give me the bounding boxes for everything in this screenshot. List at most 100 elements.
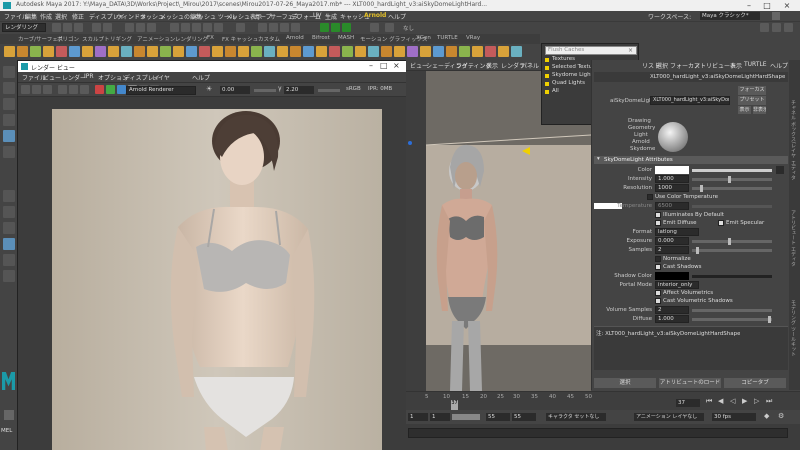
rv-menu-layer[interactable]: レイヤ [152, 73, 170, 82]
maximize-icon[interactable]: □ [760, 0, 774, 11]
shelf-tool-icon[interactable] [420, 46, 431, 57]
shelf-tab-custom[interactable]: カスタム [258, 35, 280, 43]
samples-slider-knob[interactable] [696, 247, 699, 254]
resolution-slider-knob[interactable] [700, 185, 703, 192]
colorspace-label[interactable]: sRGB [346, 86, 361, 92]
shelf-tool-icon[interactable] [134, 46, 145, 57]
shelf-tool-icon[interactable] [82, 46, 93, 57]
popup-close-icon[interactable]: × [628, 47, 633, 54]
lock-icon[interactable] [772, 12, 780, 20]
shelf-tool-icon[interactable] [43, 46, 54, 57]
attr-node-tab-label[interactable]: XLT000_hardLight_v3:aiSkyDomeLightHardSh… [650, 74, 785, 80]
render-settings-icon[interactable] [280, 23, 289, 32]
ipr-icon[interactable] [32, 85, 41, 94]
shelf-tool-icon[interactable] [277, 46, 288, 57]
save-scene-icon[interactable] [74, 23, 83, 32]
rv-menu-render[interactable]: レンダー [62, 73, 86, 82]
popup-item-all[interactable]: All [552, 88, 559, 94]
shelf-tool-icon[interactable] [342, 46, 353, 57]
color-swatch[interactable] [655, 166, 689, 174]
play-back-icon[interactable]: ◁ [730, 397, 735, 405]
focus-button[interactable]: フォーカス [738, 86, 766, 95]
step-forward-icon[interactable]: ▷ [754, 397, 759, 405]
hide-button[interactable]: 非表示 [753, 106, 766, 114]
exposure-attr-field[interactable]: 0.000 [655, 237, 689, 245]
menu-generate[interactable]: 生成 [325, 12, 337, 21]
render-region-icon[interactable] [58, 85, 67, 94]
layout-outliner-icon[interactable] [3, 238, 15, 250]
green-channel-icon[interactable] [106, 85, 115, 94]
arnold-ipr-icon[interactable] [331, 23, 340, 32]
shelf-tool-icon[interactable] [238, 46, 249, 57]
shelf-tool-icon[interactable] [199, 46, 210, 57]
attribute-editor-icon[interactable] [784, 23, 793, 32]
temperature-slider[interactable] [692, 205, 772, 208]
command-line-input[interactable] [408, 428, 788, 438]
auto-key-icon[interactable]: ◆ [764, 412, 769, 420]
intensity-field[interactable]: 1.000 [655, 175, 689, 183]
diffuse-slider-knob[interactable] [768, 316, 771, 323]
illuminates-default-checkbox[interactable] [655, 212, 661, 218]
play-icon[interactable] [370, 23, 379, 32]
menu-edit[interactable]: 編集 [25, 12, 37, 21]
affect-volumetrics-checkbox[interactable] [655, 290, 661, 296]
menu-create[interactable]: 作成 [40, 12, 52, 21]
collapse-arrow-icon[interactable]: ▾ [597, 156, 600, 162]
menu-select[interactable]: 選択 [55, 12, 67, 21]
play-forward-icon[interactable]: ▶ [742, 397, 747, 405]
diffuse-field[interactable]: 1.000 [655, 315, 689, 323]
shelf-tool-icon[interactable] [498, 46, 509, 57]
current-frame-field[interactable]: 37 [676, 399, 700, 407]
character-set-select[interactable]: キャラクタ セットなし [546, 413, 606, 421]
exposure-attr-slider-knob[interactable] [728, 238, 731, 245]
timeline[interactable]: 5 10 15 20 25 30 35 40 45 50 37 37 ⏮ ◀ ◁… [406, 391, 800, 410]
blue-channel-icon[interactable] [117, 85, 126, 94]
red-channel-icon[interactable] [95, 85, 104, 94]
new-scene-icon[interactable] [52, 23, 61, 32]
shelf-tab-xgen[interactable]: XGen [416, 35, 431, 41]
use-color-temp-checkbox[interactable] [647, 194, 653, 200]
vtab-attribute-editor[interactable]: アトリビュート エディタ [790, 210, 797, 267]
channel-box-icon[interactable] [772, 23, 781, 32]
shelf-tab-mash[interactable]: MASH [338, 35, 354, 41]
shelf-tool-icon[interactable] [329, 46, 340, 57]
range-start-field[interactable]: 1 [430, 413, 450, 421]
shelf-tool-icon[interactable] [212, 46, 223, 57]
layout-custom-icon[interactable] [3, 270, 15, 282]
keep-image-icon[interactable] [80, 85, 89, 94]
vtab-channel-box[interactable]: チャネル ボックス/レイヤ エディタ [790, 100, 797, 180]
samples-field[interactable]: 2 [655, 246, 689, 254]
select-hierarchy-icon[interactable] [125, 23, 134, 32]
shelf-tab-animation[interactable]: アニメーション [137, 35, 175, 43]
shelf-tab-fx-cache[interactable]: FX キャッシュ [222, 35, 258, 43]
shelf-tab-rendering[interactable]: レンダリング [175, 35, 208, 43]
renderer-select[interactable]: Arnold Renderer [126, 86, 196, 95]
shelf-tool-icon[interactable] [459, 46, 470, 57]
anim-prefs-icon[interactable]: ⚙ [778, 412, 784, 420]
shelf-tool-icon[interactable] [95, 46, 106, 57]
render-frame-icon[interactable] [258, 23, 267, 32]
shelf-tool-icon[interactable] [264, 46, 275, 57]
go-to-start-icon[interactable]: ⏮ [706, 397, 712, 406]
diffuse-slider[interactable] [692, 318, 772, 321]
shelf-tab-vray[interactable]: VRay [466, 35, 480, 41]
shelf-tool-icon[interactable] [446, 46, 457, 57]
shelf-tab-arnold[interactable]: Arnold [286, 35, 304, 41]
move-tool-icon[interactable] [3, 114, 15, 126]
layout-four-icon[interactable] [3, 206, 15, 218]
select-button[interactable]: 選択 [594, 378, 656, 388]
popup-item-textures[interactable]: Textures [552, 56, 575, 62]
go-to-end-icon[interactable]: ⏭ [766, 397, 772, 406]
anim-end-field[interactable]: 55 [512, 413, 536, 421]
volume-samples-slider[interactable] [692, 309, 772, 312]
shelf-tab-sculpt[interactable]: スカルプト [82, 35, 110, 43]
rv-menu-help[interactable]: ヘルプ [192, 73, 210, 82]
layout-side-icon[interactable] [3, 222, 15, 234]
shelf-tool-icon[interactable] [433, 46, 444, 57]
render-view-minimize-icon[interactable]: – [369, 61, 373, 70]
samples-slider[interactable] [692, 249, 772, 252]
shelf-tool-icon[interactable] [30, 46, 41, 57]
attr-menu-select[interactable]: 選択 [656, 61, 668, 70]
stop-icon[interactable] [385, 23, 394, 32]
modeling-toolkit-icon[interactable] [760, 23, 769, 32]
